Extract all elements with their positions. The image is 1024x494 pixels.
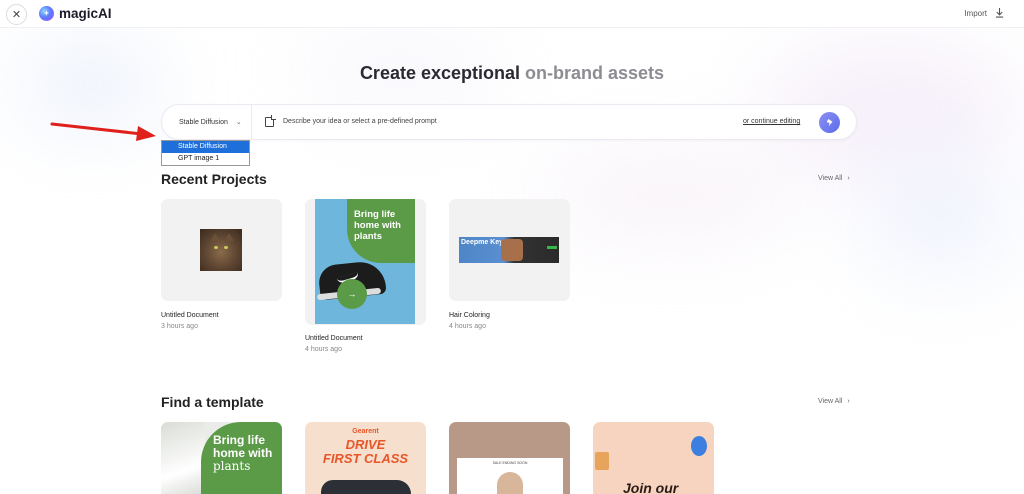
template-card[interactable]: Bring life home with plants xyxy=(161,422,282,494)
page-title: Create exceptional on-brand assets xyxy=(0,63,1024,84)
car-image xyxy=(321,480,411,494)
template-text: Bring life home with plants xyxy=(213,434,281,473)
template-header: SALE ENDING SOON xyxy=(492,461,528,465)
banner-thumbnail: Deepme Keynote xyxy=(459,237,559,263)
project-title[interactable]: Untitled Document xyxy=(305,335,363,342)
banner-stripe xyxy=(547,246,557,249)
title-main: Create exceptional xyxy=(359,63,526,83)
find-template-title: Find a template xyxy=(161,394,264,410)
dropdown-option-gpt-image-1[interactable]: GPT image 1 xyxy=(162,153,249,165)
project-time: 3 hours ago xyxy=(161,323,198,330)
background-blob xyxy=(540,150,800,240)
project-card[interactable]: Bring life home with plants → xyxy=(305,199,426,325)
model-select[interactable]: Stable Diffusion ⌄ xyxy=(162,105,252,139)
background-blob xyxy=(860,160,1020,280)
chevron-right-icon: › xyxy=(847,175,850,182)
chevron-down-icon: ⌄ xyxy=(235,119,242,126)
project-card[interactable] xyxy=(161,199,282,301)
model-dropdown: Stable Diffusion GPT image 1 xyxy=(161,140,250,166)
template-line: DRIVE xyxy=(345,437,386,452)
generate-button[interactable] xyxy=(819,112,840,133)
recent-projects-title: Recent Projects xyxy=(161,171,267,187)
banner-photo xyxy=(501,239,523,261)
project-title[interactable]: Untitled Document xyxy=(161,312,219,319)
cat-thumbnail xyxy=(200,229,242,271)
leaf-image xyxy=(161,422,205,494)
template-line: plants xyxy=(213,459,251,473)
dropdown-option-stable-diffusion[interactable]: Stable Diffusion xyxy=(162,141,249,153)
top-bar: ✕ magicAI Import xyxy=(0,0,1024,28)
document-image: SALE ENDING SOON xyxy=(457,458,563,494)
template-text: Join our xyxy=(623,480,679,494)
view-all-label: View All xyxy=(818,398,843,405)
annotation-arrow xyxy=(50,122,156,141)
prompt-template-icon[interactable] xyxy=(265,117,274,127)
model-select-value: Stable Diffusion xyxy=(179,118,228,126)
close-button[interactable]: ✕ xyxy=(6,4,27,25)
magic-logo-icon xyxy=(39,6,54,21)
project-card[interactable]: Deepme Keynote xyxy=(449,199,570,301)
templates-view-all[interactable]: View All › xyxy=(818,398,850,405)
prompt-input[interactable]: Describe your idea or select a pre-defin… xyxy=(283,118,437,125)
thumbnail-text: Bring life home with plants xyxy=(354,209,401,242)
template-brand: Gearent xyxy=(352,428,379,435)
title-muted: on-brand assets xyxy=(525,63,665,83)
template-card[interactable]: Join our xyxy=(593,422,714,494)
template-card[interactable]: Gearent DRIVE FIRST CLASS xyxy=(305,422,426,494)
chevron-right-icon: › xyxy=(847,398,850,405)
template-card[interactable]: SALE ENDING SOON xyxy=(449,422,570,494)
recent-projects-view-all[interactable]: View All › xyxy=(818,175,850,182)
project-title[interactable]: Hair Coloring xyxy=(449,312,490,319)
view-all-label: View All xyxy=(818,175,843,182)
balloon-image xyxy=(691,436,707,456)
download-icon xyxy=(995,8,1004,18)
import-label: Import xyxy=(964,8,987,18)
cake-image xyxy=(595,452,609,470)
template-text: DRIVE FIRST CLASS xyxy=(305,438,426,466)
import-button[interactable]: Import xyxy=(964,8,1004,18)
continue-editing-link[interactable]: or continue editing xyxy=(743,118,800,125)
prompt-bar: Stable Diffusion ⌄ Describe your idea or… xyxy=(161,104,857,140)
person-image xyxy=(497,472,523,494)
background-blob xyxy=(20,40,160,130)
close-icon: ✕ xyxy=(11,9,22,21)
app-name: magicAI xyxy=(59,6,112,21)
project-time: 4 hours ago xyxy=(305,346,342,353)
arrow-right-icon: → xyxy=(337,279,367,309)
project-time: 4 hours ago xyxy=(449,323,486,330)
template-line: FIRST CLASS xyxy=(322,451,409,466)
